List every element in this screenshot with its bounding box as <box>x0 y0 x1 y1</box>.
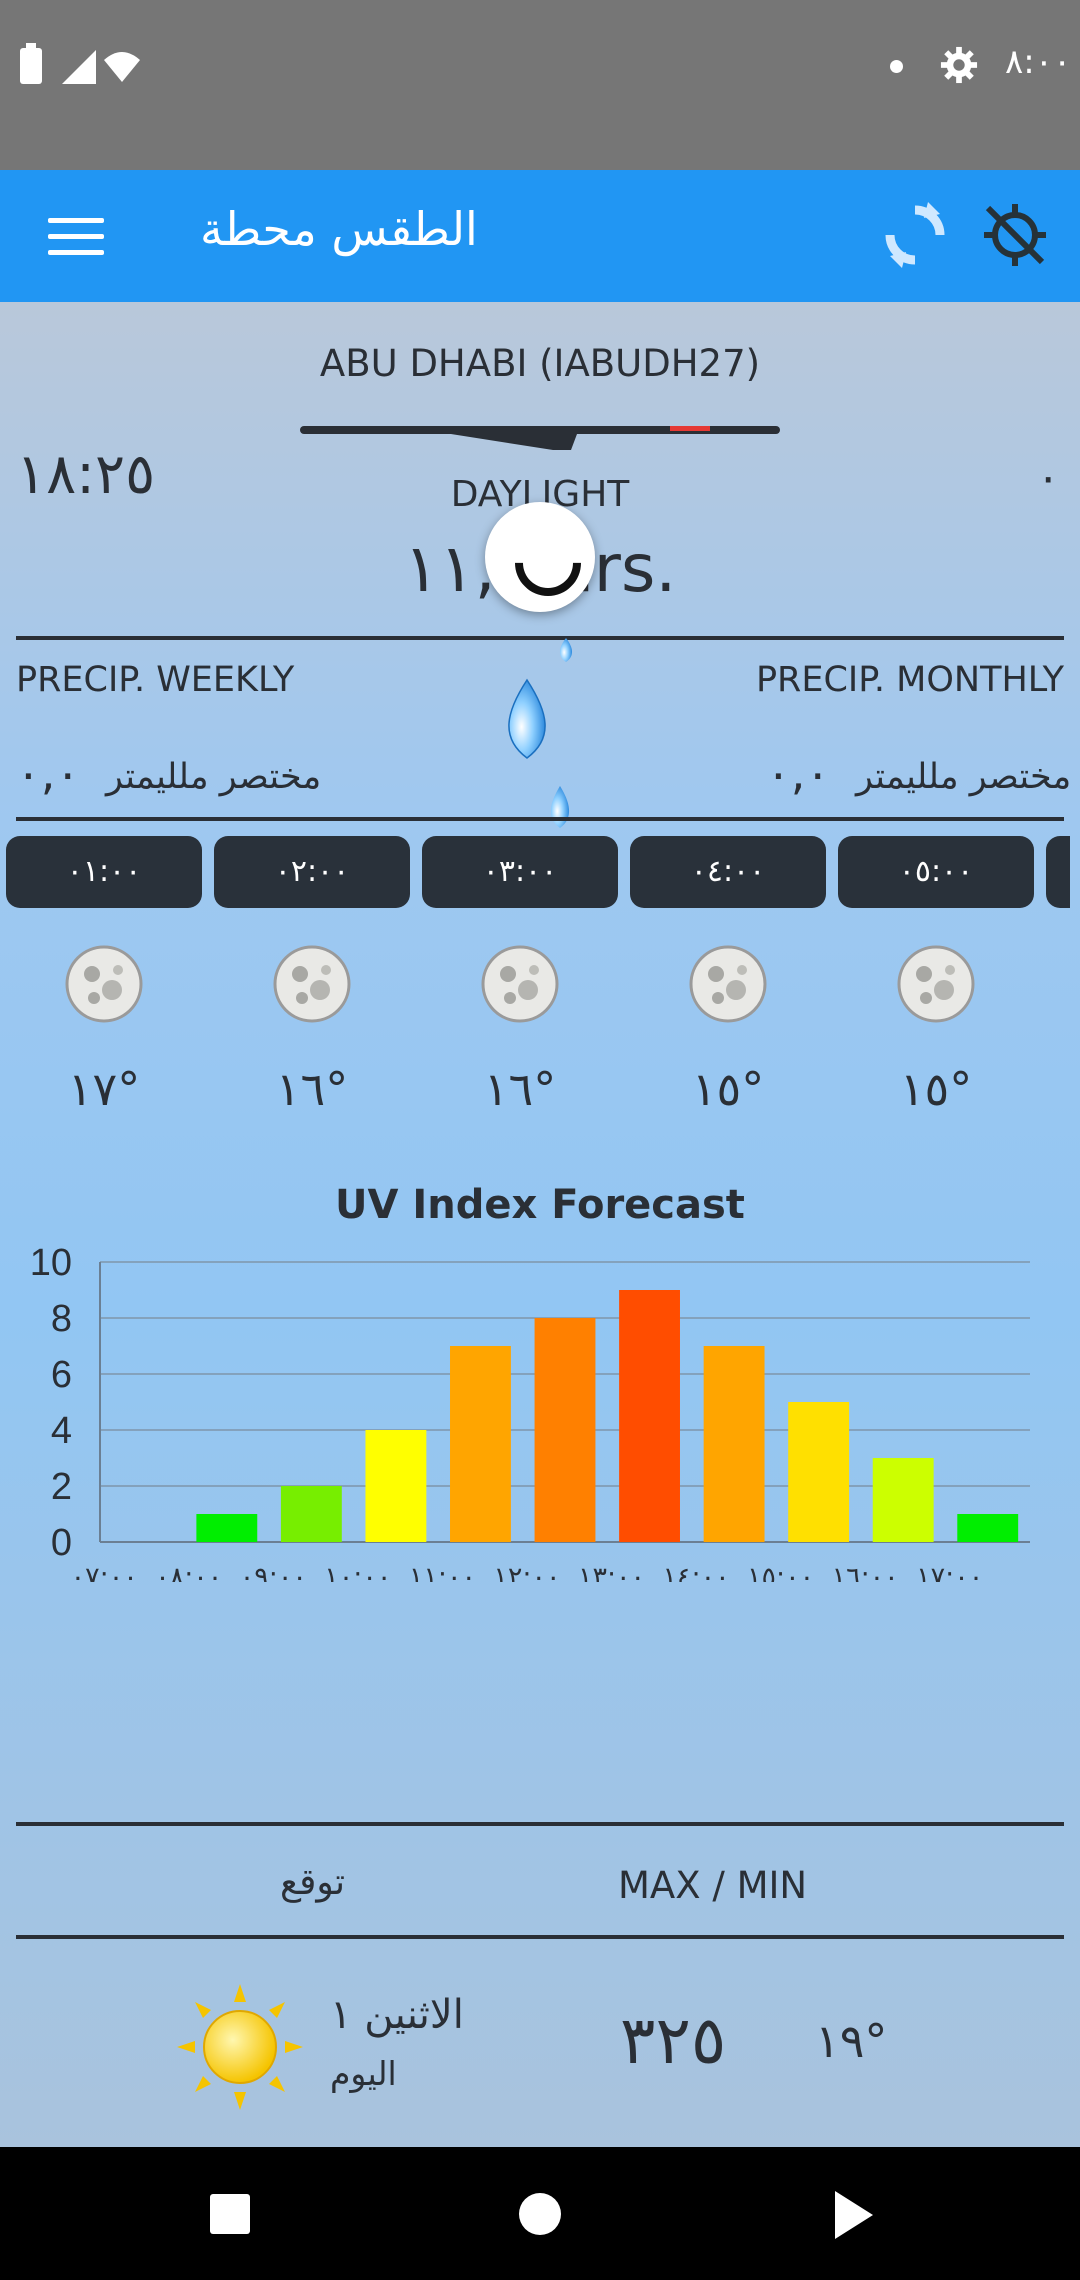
station-content[interactable]: ABU DHABI (IABUDH27) ١٨:٢٥ ٠ DAYLIGHT ١١… <box>0 302 1080 2147</box>
x-tick-label: ١٤:٠٠ <box>662 1562 729 1582</box>
x-tick-label: ١٠:٠٠ <box>324 1562 391 1582</box>
refresh-icon[interactable] <box>880 200 950 270</box>
moon-icon <box>897 945 975 1023</box>
x-tick-label: ١٢:٠٠ <box>493 1562 560 1582</box>
x-tick-label: ١٧:٠٠ <box>916 1562 983 1582</box>
hour-chip[interactable]: ٠٢:٠٠ <box>214 836 410 908</box>
uv-bar <box>534 1318 596 1542</box>
forecast-label: توقع <box>280 1862 345 1903</box>
hour-temp: ١٦° <box>275 1062 349 1116</box>
moon-icon <box>65 945 143 1023</box>
divider <box>16 817 1064 821</box>
uv-bar <box>619 1290 680 1542</box>
uv-bar <box>365 1430 427 1542</box>
gps-off-icon[interactable] <box>980 200 1050 270</box>
back-button[interactable] <box>835 2191 873 2239</box>
precip-weekly-value: ٠,٠ <box>16 746 81 800</box>
gear-icon <box>940 46 978 84</box>
wifi-icon <box>104 52 140 82</box>
x-tick-label: ١٣:٠٠ <box>578 1562 645 1582</box>
precip-monthly-unit: مختصر ملليمتر <box>856 757 1072 797</box>
uv-bar <box>788 1402 850 1542</box>
x-tick-label: ٠٧:٠٠ <box>71 1562 138 1582</box>
forecast-day-name: الاثنين ١ <box>330 1992 464 2038</box>
forecast-max-temp: ٣٢٥ <box>620 2002 727 2079</box>
moon-icon <box>689 945 767 1023</box>
x-tick-label: ٠٨:٠٠ <box>155 1562 222 1582</box>
y-tick-label: 0 <box>51 1522 72 1564</box>
forecast-min-temp: ١٩° <box>815 2014 888 2068</box>
moon-icon <box>481 945 559 1023</box>
forecast-day-sub: اليوم <box>330 2054 397 2093</box>
water-drops-icon <box>508 638 573 828</box>
moon-icon <box>273 945 351 1023</box>
sun-path-indicator <box>300 426 780 450</box>
precip-weekly-unit: مختصر ملليمتر <box>106 757 322 797</box>
system-nav-bar <box>0 2147 1080 2280</box>
x-tick-label: ١٦:٠٠ <box>832 1562 899 1582</box>
x-tick-label: ١١:٠٠ <box>409 1562 476 1582</box>
hour-temp: ١٥° <box>691 1062 765 1116</box>
status-time: ٨:٠٠ <box>1005 42 1072 82</box>
signal-icon <box>62 50 96 84</box>
precip-weekly-label: PRECIP. WEEKLY <box>16 660 295 700</box>
hour-chip[interactable]: ٠٤:٠٠ <box>630 836 826 908</box>
status-bar: ٨:٠٠ <box>0 0 1080 170</box>
battery-icon <box>20 43 42 84</box>
y-tick-label: 6 <box>51 1354 72 1396</box>
hour-chip[interactable]: ٠٣:٠٠ <box>422 836 618 908</box>
uv-bar <box>872 1458 934 1542</box>
y-tick-label: 8 <box>51 1298 72 1340</box>
uv-bar <box>703 1346 765 1542</box>
hour-chip[interactable]: ٠٥:٠٠ <box>838 836 1034 908</box>
uv-bar <box>450 1346 511 1542</box>
divider <box>16 1822 1064 1826</box>
app-title: الطقس محطة <box>200 202 478 256</box>
notification-dot-icon <box>890 60 903 73</box>
uv-bar <box>280 1486 342 1542</box>
uv-index-chart: 0 2 4 6 8 10 ٠٧:٠٠ ٠٨:٠٠ ٠٩:٠٠ ١٠:٠٠ ١١:٠٠ ١٢:٠٠ ١٣:… <box>30 1242 1030 1582</box>
divider <box>16 1935 1064 1939</box>
sun-icon <box>177 1984 303 2110</box>
hour-temp: ١٦° <box>483 1062 557 1116</box>
hour-chip[interactable]: ٠١:٠٠ <box>6 836 202 908</box>
app-bar: الطقس محطة <box>0 170 1080 302</box>
uv-chart-title: UV Index Forecast <box>335 1182 745 1228</box>
y-tick-label: 2 <box>51 1466 72 1508</box>
hour-temp: ١٧° <box>67 1062 141 1116</box>
precip-monthly-value: ٠,٠ <box>766 746 831 800</box>
station-name: ABU DHABI (IABUDH27) <box>319 342 761 385</box>
x-tick-label: ٠٩:٠٠ <box>240 1562 307 1582</box>
y-tick-label: 4 <box>51 1410 72 1452</box>
uv-bar <box>957 1514 1019 1542</box>
maxmin-label: MAX / MIN <box>618 1864 808 1907</box>
precip-monthly-label: PRECIP. MONTHLY <box>755 660 1064 700</box>
home-button[interactable] <box>519 2193 561 2235</box>
hour-temp: ١٥° <box>899 1062 973 1116</box>
uv-bar <box>196 1514 258 1542</box>
recent-apps-button[interactable] <box>210 2194 250 2234</box>
y-tick-label: 10 <box>30 1242 72 1284</box>
hour-chip-partial[interactable] <box>1046 836 1070 908</box>
loading-spinner <box>485 502 595 612</box>
menu-icon[interactable] <box>48 218 104 256</box>
x-tick-label: ١٥:٠٠ <box>747 1562 814 1582</box>
